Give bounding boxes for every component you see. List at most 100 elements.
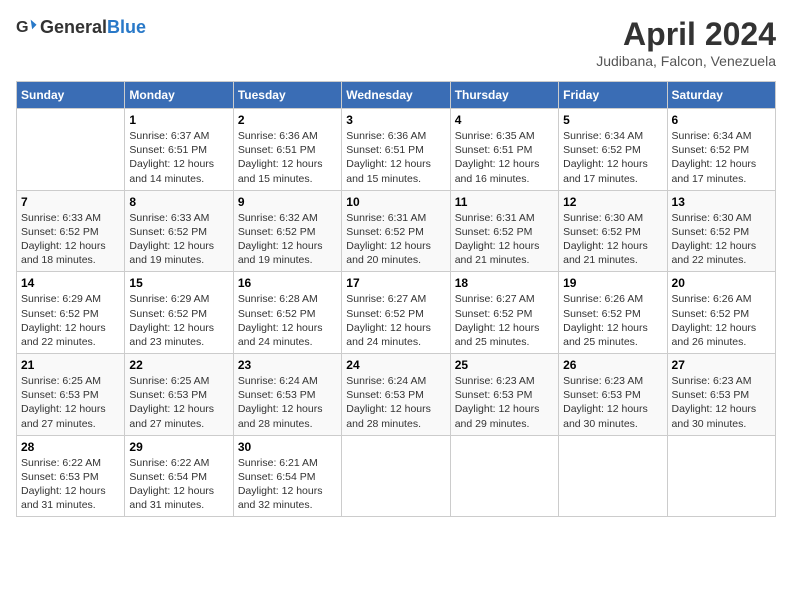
calendar-cell: 21Sunrise: 6:25 AM Sunset: 6:53 PM Dayli… [17,354,125,436]
day-header-thursday: Thursday [450,82,558,109]
day-number: 10 [346,195,445,209]
day-number: 2 [238,113,337,127]
calendar-cell: 9 Sunrise: 6:32 AM Sunset: 6:52 PM Daylig… [233,190,341,272]
cell-content: Sunrise: 6:23 AM Sunset: 6:53 PM Dayligh… [455,374,554,431]
week-row-4: 21 Sunrise: 6:25 AM Sunset: 6:53 PM Dayli… [17,354,776,436]
calendar-cell: 10 Sunrise: 6:31 AM Sunset: 6:52 PM Dayli… [342,190,450,272]
day-number: 17 [346,276,445,290]
calendar-cell: 3 Sunrise: 6:36 AM Sunset: 6:51 PM Daylig… [342,109,450,191]
calendar-cell: 17 Sunrise: 6:27 AM Sunset: 6:52 PM Dayli… [342,272,450,354]
logo-general-text: General [40,17,107,37]
week-row-2: 7Sunrise: 6:33 AM Sunset: 6:52 PM Daylig… [17,190,776,272]
week-row-3: 14 Sunrise: 6:29 AM Sunset: 6:52 PM Dayli… [17,272,776,354]
week-row-1: 1 Sunrise: 6:37 AM Sunset: 6:51 PM Daylig… [17,109,776,191]
logo-blue-text: Blue [107,17,146,37]
day-number: 25 [455,358,554,372]
calendar-cell: 19 Sunrise: 6:26 AM Sunset: 6:52 PM Dayli… [559,272,667,354]
location-text: Judibana, Falcon, Venezuela [596,53,776,69]
cell-content: Sunrise: 6:26 AM Sunset: 6:52 PM Dayligh… [563,292,662,349]
calendar-cell [559,435,667,517]
day-number: 29 [129,440,228,454]
cell-content: Sunrise: 6:33 AM Sunset: 6:52 PM Dayligh… [129,211,228,268]
title-block: April 2024 Judibana, Falcon, Venezuela [596,16,776,69]
cell-content: Sunrise: 6:30 AM Sunset: 6:52 PM Dayligh… [563,211,662,268]
cell-content: Sunrise: 6:22 AM Sunset: 6:54 PM Dayligh… [129,456,228,513]
cell-content: Sunrise: 6:27 AM Sunset: 6:52 PM Dayligh… [346,292,445,349]
calendar-cell: 24Sunrise: 6:24 AM Sunset: 6:53 PM Dayli… [342,354,450,436]
calendar-cell [667,435,775,517]
day-number: 5 [563,113,662,127]
cell-content: Sunrise: 6:25 AM Sunset: 6:53 PM Dayligh… [129,374,228,431]
cell-content: Sunrise: 6:29 AM Sunset: 6:52 PM Dayligh… [129,292,228,349]
logo: G GeneralBlue [16,16,146,38]
day-number: 28 [21,440,120,454]
day-number: 19 [563,276,662,290]
cell-content: Sunrise: 6:30 AM Sunset: 6:52 PM Dayligh… [672,211,771,268]
cell-content: Sunrise: 6:21 AM Sunset: 6:54 PM Dayligh… [238,456,337,513]
cell-content: Sunrise: 6:34 AM Sunset: 6:52 PM Dayligh… [672,129,771,186]
cell-content: Sunrise: 6:31 AM Sunset: 6:52 PM Dayligh… [455,211,554,268]
day-header-sunday: Sunday [17,82,125,109]
day-number: 4 [455,113,554,127]
cell-content: Sunrise: 6:26 AM Sunset: 6:52 PM Dayligh… [672,292,771,349]
calendar-cell: 5Sunrise: 6:34 AM Sunset: 6:52 PM Daylig… [559,109,667,191]
cell-content: Sunrise: 6:36 AM Sunset: 6:51 PM Dayligh… [346,129,445,186]
calendar-cell: 28Sunrise: 6:22 AM Sunset: 6:53 PM Dayli… [17,435,125,517]
calendar-cell: 11 Sunrise: 6:31 AM Sunset: 6:52 PM Dayli… [450,190,558,272]
day-number: 11 [455,195,554,209]
day-number: 18 [455,276,554,290]
week-row-5: 28Sunrise: 6:22 AM Sunset: 6:53 PM Dayli… [17,435,776,517]
page-header: G GeneralBlue April 2024 Judibana, Falco… [16,16,776,69]
day-number: 21 [21,358,120,372]
day-number: 13 [672,195,771,209]
calendar-cell: 4Sunrise: 6:35 AM Sunset: 6:51 PM Daylig… [450,109,558,191]
calendar-cell: 7Sunrise: 6:33 AM Sunset: 6:52 PM Daylig… [17,190,125,272]
day-number: 8 [129,195,228,209]
day-header-saturday: Saturday [667,82,775,109]
cell-content: Sunrise: 6:29 AM Sunset: 6:52 PM Dayligh… [21,292,120,349]
day-number: 27 [672,358,771,372]
calendar-cell: 1 Sunrise: 6:37 AM Sunset: 6:51 PM Daylig… [125,109,233,191]
day-number: 6 [672,113,771,127]
calendar-cell [450,435,558,517]
calendar-cell: 6 Sunrise: 6:34 AM Sunset: 6:52 PM Daylig… [667,109,775,191]
cell-content: Sunrise: 6:27 AM Sunset: 6:52 PM Dayligh… [455,292,554,349]
calendar-cell: 29 Sunrise: 6:22 AM Sunset: 6:54 PM Dayli… [125,435,233,517]
day-number: 23 [238,358,337,372]
logo-icon: G [16,16,38,38]
calendar-cell: 30Sunrise: 6:21 AM Sunset: 6:54 PM Dayli… [233,435,341,517]
calendar-cell: 14 Sunrise: 6:29 AM Sunset: 6:52 PM Dayli… [17,272,125,354]
cell-content: Sunrise: 6:31 AM Sunset: 6:52 PM Dayligh… [346,211,445,268]
cell-content: Sunrise: 6:23 AM Sunset: 6:53 PM Dayligh… [672,374,771,431]
calendar-cell: 12Sunrise: 6:30 AM Sunset: 6:52 PM Dayli… [559,190,667,272]
day-header-friday: Friday [559,82,667,109]
day-number: 3 [346,113,445,127]
day-number: 1 [129,113,228,127]
calendar-table: SundayMondayTuesdayWednesdayThursdayFrid… [16,81,776,517]
day-number: 22 [129,358,228,372]
day-number: 14 [21,276,120,290]
cell-content: Sunrise: 6:32 AM Sunset: 6:52 PM Dayligh… [238,211,337,268]
cell-content: Sunrise: 6:24 AM Sunset: 6:53 PM Dayligh… [238,374,337,431]
cell-content: Sunrise: 6:33 AM Sunset: 6:52 PM Dayligh… [21,211,120,268]
calendar-cell: 2Sunrise: 6:36 AM Sunset: 6:51 PM Daylig… [233,109,341,191]
day-number: 26 [563,358,662,372]
cell-content: Sunrise: 6:23 AM Sunset: 6:53 PM Dayligh… [563,374,662,431]
calendar-cell: 13 Sunrise: 6:30 AM Sunset: 6:52 PM Dayli… [667,190,775,272]
calendar-cell: 22 Sunrise: 6:25 AM Sunset: 6:53 PM Dayli… [125,354,233,436]
calendar-cell: 25 Sunrise: 6:23 AM Sunset: 6:53 PM Dayli… [450,354,558,436]
day-number: 20 [672,276,771,290]
cell-content: Sunrise: 6:37 AM Sunset: 6:51 PM Dayligh… [129,129,228,186]
calendar-cell: 8 Sunrise: 6:33 AM Sunset: 6:52 PM Daylig… [125,190,233,272]
calendar-cell: 18 Sunrise: 6:27 AM Sunset: 6:52 PM Dayli… [450,272,558,354]
day-number: 9 [238,195,337,209]
calendar-cell [17,109,125,191]
month-title: April 2024 [596,16,776,53]
day-header-tuesday: Tuesday [233,82,341,109]
calendar-cell: 26 Sunrise: 6:23 AM Sunset: 6:53 PM Dayli… [559,354,667,436]
calendar-cell: 16 Sunrise: 6:28 AM Sunset: 6:52 PM Dayli… [233,272,341,354]
day-number: 16 [238,276,337,290]
day-header-monday: Monday [125,82,233,109]
cell-content: Sunrise: 6:28 AM Sunset: 6:52 PM Dayligh… [238,292,337,349]
cell-content: Sunrise: 6:24 AM Sunset: 6:53 PM Dayligh… [346,374,445,431]
